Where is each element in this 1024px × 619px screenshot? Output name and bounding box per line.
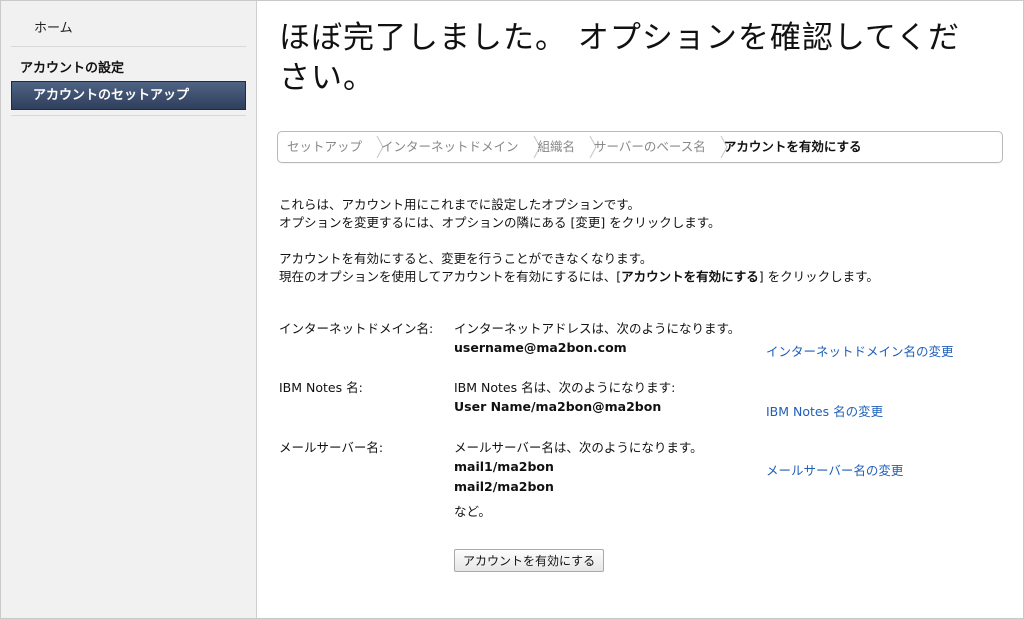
notes-option-label: IBM Notes 名: [279, 380, 363, 395]
breadcrumb-step-domain[interactable]: インターネットドメイン [372, 132, 541, 162]
change-mail-server-link[interactable]: メールサーバー名の変更 [766, 460, 903, 479]
breadcrumb-step-org[interactable]: 組織名 [529, 132, 597, 162]
intro-text-segment: ] をクリックします。 [758, 269, 879, 284]
intro-line: アカウントを有効にすると、変更を行うことができなくなります。 [279, 251, 653, 266]
intro-text: これらは、アカウント用にこれまでに設定したオプションです。 オプションを変更する… [279, 196, 879, 286]
breadcrumb-step-enable: アカウントを有効にする [716, 132, 872, 162]
notes-option-value: User Name/ma2bon@ma2bon [454, 399, 662, 414]
breadcrumb-label: インターネットドメイン [381, 139, 519, 154]
sidebar-group-heading: アカウントの設定 [20, 61, 125, 76]
sidebar-divider [11, 46, 246, 47]
domain-option-description: インターネットアドレスは、次のようになります。 [454, 321, 741, 336]
domain-option-value: username@ma2bon.com [454, 340, 627, 355]
breadcrumb-label: セットアップ [287, 139, 363, 154]
sidebar-item-account-setup[interactable]: アカウントのセットアップ [11, 81, 246, 110]
breadcrumb-label: 組織名 [537, 139, 576, 154]
mail-option-value: mail2/ma2bon [454, 479, 554, 494]
notes-option-description: IBM Notes 名は、次のようになります: [454, 380, 676, 395]
mail-option-description: メールサーバー名は、次のようになります。 [454, 440, 703, 455]
breadcrumb-label: サーバーのベース名 [594, 139, 706, 154]
enable-account-button[interactable]: アカウントを有効にする [454, 549, 605, 572]
change-domain-link[interactable]: インターネットドメイン名の変更 [766, 341, 954, 360]
sidebar: ホーム アカウントの設定 アカウントのセットアップ [1, 1, 257, 618]
mail-option-etc: など。 [454, 504, 491, 519]
intro-line: オプションを変更するには、オプションの隣にある [変更] をクリックします。 [279, 215, 721, 230]
breadcrumb: セットアップ インターネットドメイン 組織名 サーバーのベース名 アカウントを有… [277, 131, 1003, 163]
mail-option-label: メールサーバー名: [279, 440, 384, 455]
breadcrumb-step-server-base[interactable]: サーバーのベース名 [585, 132, 728, 162]
change-notes-name-link[interactable]: IBM Notes 名の変更 [766, 401, 883, 420]
intro-line: 現在のオプションを使用してアカウントを有効にするには、[アカウントを有効にする]… [279, 268, 879, 286]
intro-text-segment: 現在のオプションを使用してアカウントを有効にするには、[ [279, 269, 622, 284]
mail-option-value: mail1/ma2bon [454, 459, 554, 474]
breadcrumb-label: アカウントを有効にする [723, 139, 862, 154]
intro-bold-text: アカウントを有効にする [621, 269, 759, 284]
sidebar-item-home[interactable]: ホーム [34, 17, 73, 36]
breadcrumb-step-setup[interactable]: セットアップ [278, 132, 384, 162]
sidebar-divider [11, 115, 246, 116]
domain-option-label: インターネットドメイン名: [279, 321, 434, 336]
intro-line: これらは、アカウント用にこれまでに設定したオプションです。 [279, 197, 641, 212]
page-title: ほぼ完了しました。 オプションを確認してください。 [279, 20, 960, 96]
